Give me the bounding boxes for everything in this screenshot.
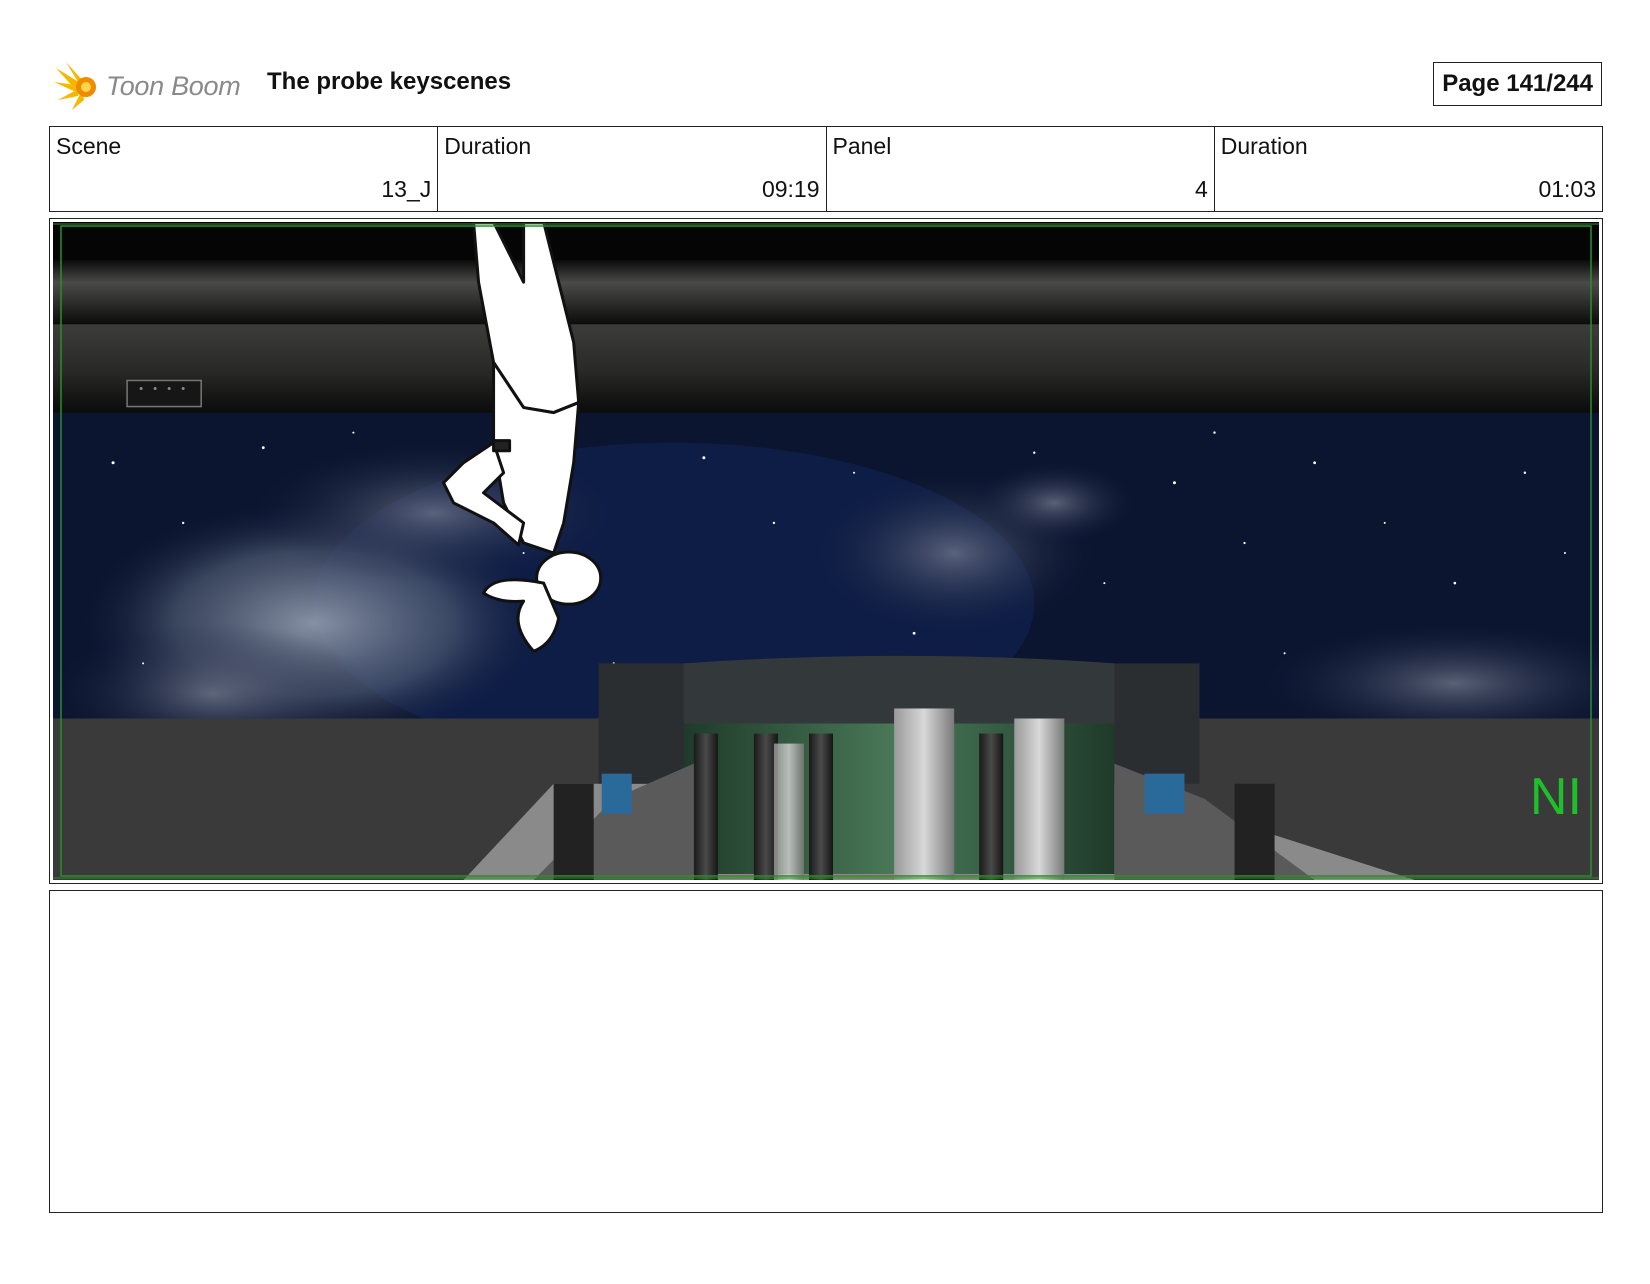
document-title: The probe keyscenes <box>267 68 512 95</box>
panel-cell: Panel 4 <box>827 127 1215 211</box>
storyboard-panel: NI <box>49 218 1603 884</box>
scene-duration-label: Duration <box>444 133 532 159</box>
page-number: Page 141/244 <box>1433 62 1602 106</box>
scene-cell: Scene 13_J <box>50 127 439 211</box>
sunburst-icon <box>54 62 96 110</box>
panel-duration-label: Duration <box>1220 133 1308 159</box>
panel-notes-box <box>49 890 1603 1213</box>
logo-wordmark: Toon Boom <box>106 70 241 101</box>
toon-boom-logo: Toon Boom <box>52 58 241 114</box>
panel-value: 4 <box>1194 176 1208 202</box>
page-header: Toon Boom The probe keyscenes Page 141/2… <box>52 58 1602 114</box>
scene-duration-cell: Duration 09:19 <box>438 127 827 211</box>
panel-duration-cell: Duration 01:03 <box>1215 127 1602 211</box>
panel-label: Panel <box>832 133 892 159</box>
panel-overlay-text: NI <box>1530 768 1582 826</box>
panel-duration-value: 01:03 <box>1538 176 1596 202</box>
scene-info-table: Scene 13_J Duration 09:19 Panel 4 Durati… <box>49 126 1603 212</box>
scene-label: Scene <box>56 133 122 159</box>
panel-artwork: NI <box>53 222 1599 880</box>
scene-duration-value: 09:19 <box>761 176 820 202</box>
scene-value: 13_J <box>381 176 432 202</box>
